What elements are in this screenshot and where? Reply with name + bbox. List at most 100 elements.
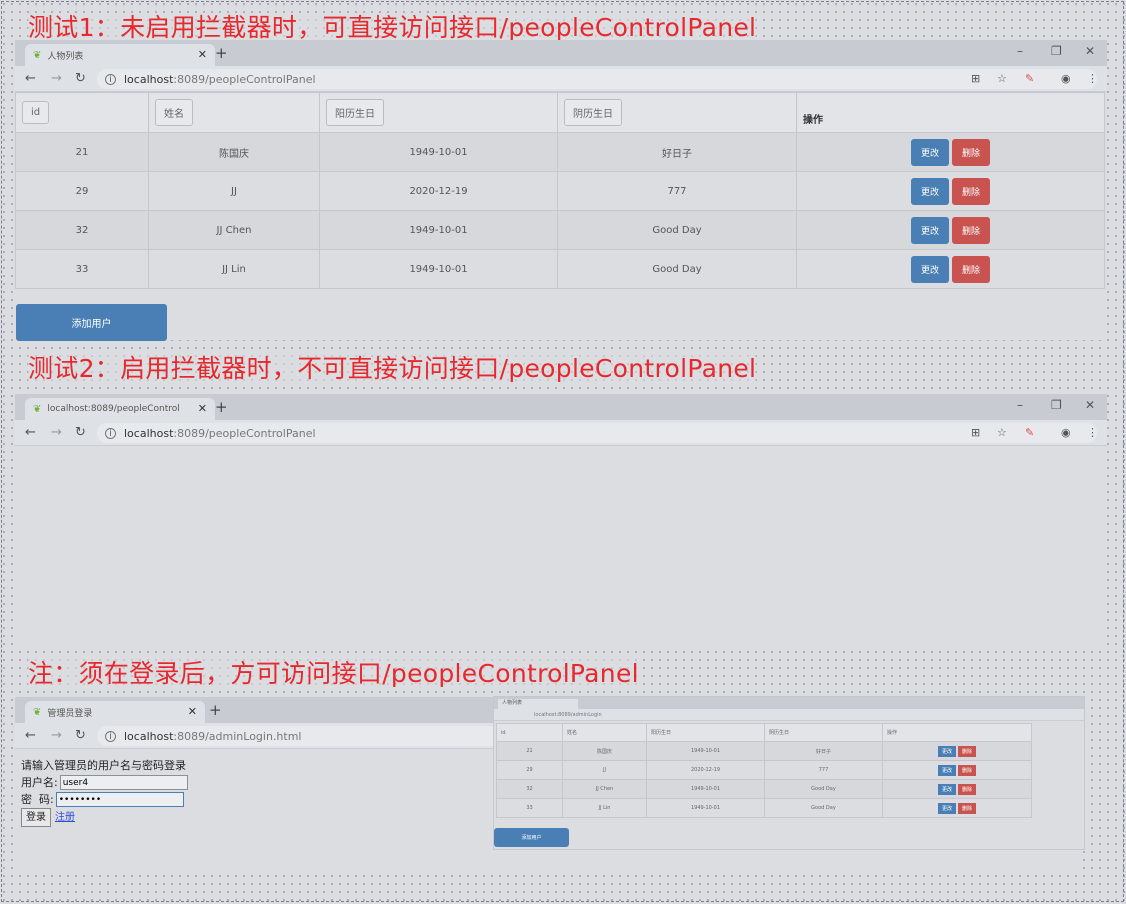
back-icon[interactable]: ← [25, 728, 36, 743]
cell-ops: 更改 删除 [796, 171, 1105, 211]
mini-delete-button[interactable]: 删除 [958, 745, 977, 757]
sort-solar-button[interactable]: 阳历生日 [326, 99, 384, 126]
cell-lunar: Good Day [557, 249, 797, 289]
edit-button[interactable]: 更改 [910, 177, 949, 205]
info-icon: i [105, 427, 116, 439]
table-row: 32 JJ Chen 1949-10-01 Good Day 更改 删除 [15, 210, 1105, 250]
mini-cell: 1949-10-01 [646, 798, 765, 818]
password-input[interactable] [55, 792, 184, 807]
mini-cell-ops: 更改 删除 [882, 779, 1032, 799]
mini-edit-button[interactable]: 更改 [937, 783, 956, 795]
sort-name-button[interactable]: 姓名 [155, 99, 193, 126]
star-icon[interactable]: ☆ [997, 72, 1007, 85]
cell-ops: 更改 删除 [796, 132, 1105, 172]
tab-bar: ❦ localhost:8089/peopleControl ✕ + – ❐ ✕ [15, 394, 1107, 420]
edit-button[interactable]: 更改 [910, 216, 949, 244]
close-window-icon[interactable]: ✕ [1085, 398, 1095, 412]
back-icon[interactable]: ← [25, 71, 36, 86]
username-label: 用户名: [21, 776, 58, 789]
mini-cell: 32 [496, 779, 563, 799]
delete-button[interactable]: 删除 [952, 138, 991, 166]
cell-id: 29 [15, 171, 149, 211]
username-input[interactable] [59, 775, 188, 790]
forward-icon[interactable]: → [51, 728, 62, 743]
mini-delete-button[interactable]: 删除 [958, 802, 977, 814]
mini-edit-button[interactable]: 更改 [937, 802, 956, 814]
edit-button[interactable]: 更改 [910, 138, 949, 166]
browser-tab[interactable]: ❦ localhost:8089/peopleControl ✕ [25, 398, 215, 420]
mini-people-table: id 姓名 阳历生日 阴历生日 操作 21 陈国庆 1949-10-01 好日子… [496, 723, 1032, 818]
reload-icon[interactable]: ↻ [75, 728, 86, 743]
browser-window-1: ❦ 人物列表 ✕ + – ❐ ✕ ← → ↻ i localhost:8089/… [15, 40, 1107, 341]
mini-delete-button[interactable]: 删除 [958, 783, 977, 795]
mini-cell: Good Day [764, 798, 883, 818]
close-icon[interactable]: ✕ [188, 705, 197, 718]
star-icon[interactable]: ☆ [997, 426, 1007, 439]
add-user-button[interactable]: 添加用户 [16, 304, 167, 341]
extension-icon[interactable]: ✎ [1025, 426, 1034, 439]
back-icon[interactable]: ← [25, 425, 36, 440]
mini-edit-button[interactable]: 更改 [937, 764, 956, 776]
url-input[interactable]: i localhost:8089/peopleControlPanel [97, 69, 1097, 89]
profile-icon[interactable]: ◉ [1061, 72, 1071, 85]
new-tab-icon[interactable]: + [209, 701, 222, 719]
cell-solar: 1949-10-01 [319, 132, 558, 172]
close-window-icon[interactable]: ✕ [1085, 44, 1095, 58]
mini-delete-button[interactable]: 删除 [958, 764, 977, 776]
mini-cell-ops: 更改 删除 [882, 741, 1032, 761]
minimize-icon[interactable]: – [1017, 44, 1023, 58]
mini-cell: Good Day [764, 779, 883, 799]
cell-solar: 1949-10-01 [319, 210, 558, 250]
browser-tab[interactable]: ❦ 管理员登录 ✕ [25, 701, 205, 723]
browser-tab[interactable]: ❦ 人物列表 ✕ [25, 44, 215, 66]
minimize-icon[interactable]: – [1017, 398, 1023, 412]
url-host: localhost [124, 729, 174, 743]
mini-url[interactable]: localhost:8089/adminLogin [494, 709, 1084, 721]
mini-tab-title[interactable]: 人物列表 [498, 699, 578, 709]
ops-header: 操作 [796, 92, 1105, 133]
forward-icon[interactable]: → [51, 71, 62, 86]
mini-edit-button[interactable]: 更改 [937, 745, 956, 757]
reload-icon[interactable]: ↻ [75, 425, 86, 440]
url-input[interactable]: i localhost:8089/peopleControlPanel [97, 423, 1097, 443]
mini-add-user-button[interactable]: 添加用户 [494, 828, 569, 847]
close-icon[interactable]: ✕ [198, 402, 207, 415]
extension-icon[interactable]: ✎ [1025, 72, 1034, 85]
new-tab-icon[interactable]: + [215, 44, 228, 62]
new-tab-icon[interactable]: + [215, 398, 228, 416]
mini-cell: JJ Lin [562, 798, 647, 818]
translate-icon[interactable]: ⊞ [971, 426, 980, 439]
delete-button[interactable]: 删除 [952, 255, 991, 283]
mini-table-row: 32 JJ Chen 1949-10-01 Good Day 更改 删除 [496, 779, 1032, 799]
edit-button[interactable]: 更改 [910, 255, 949, 283]
profile-icon[interactable]: ◉ [1061, 426, 1071, 439]
cell-lunar: Good Day [557, 210, 797, 250]
people-table: id 姓名 阳历生日 阴历生日 操作 21 陈国庆 1949-10-01 好日子… [15, 92, 1105, 289]
forward-icon[interactable]: → [51, 425, 62, 440]
url-host: localhost [124, 72, 174, 86]
mini-cell: 777 [764, 760, 883, 780]
menu-icon[interactable]: ⋮ [1087, 72, 1098, 85]
menu-icon[interactable]: ⋮ [1087, 426, 1098, 439]
browser-window-2: ❦ localhost:8089/peopleControl ✕ + – ❐ ✕… [15, 394, 1107, 649]
mini-cell: 29 [496, 760, 563, 780]
sort-id-button[interactable]: id [22, 101, 50, 124]
leaf-icon: ❦ [33, 49, 42, 61]
mini-cell: 33 [496, 798, 563, 818]
login-button[interactable]: 登录 [21, 808, 51, 827]
table-header-row: id 姓名 阳历生日 阴历生日 操作 [15, 92, 1105, 133]
mini-header-cell: 姓名 [562, 723, 647, 742]
register-link[interactable]: 注册 [55, 809, 75, 826]
restore-icon[interactable]: ❐ [1051, 398, 1062, 412]
cell-name: 陈国庆 [148, 132, 320, 172]
delete-button[interactable]: 删除 [952, 216, 991, 244]
tab-title: 管理员登录 [47, 708, 93, 719]
delete-button[interactable]: 删除 [952, 177, 991, 205]
reload-icon[interactable]: ↻ [75, 71, 86, 86]
restore-icon[interactable]: ❐ [1051, 44, 1062, 58]
translate-icon[interactable]: ⊞ [971, 72, 980, 85]
sort-lunar-button[interactable]: 阴历生日 [564, 99, 622, 126]
url-path: :8089/adminLogin.html [173, 729, 302, 743]
close-icon[interactable]: ✕ [198, 48, 207, 61]
address-bar: ← → ↻ i localhost:8089/peopleControlPane… [15, 420, 1107, 446]
